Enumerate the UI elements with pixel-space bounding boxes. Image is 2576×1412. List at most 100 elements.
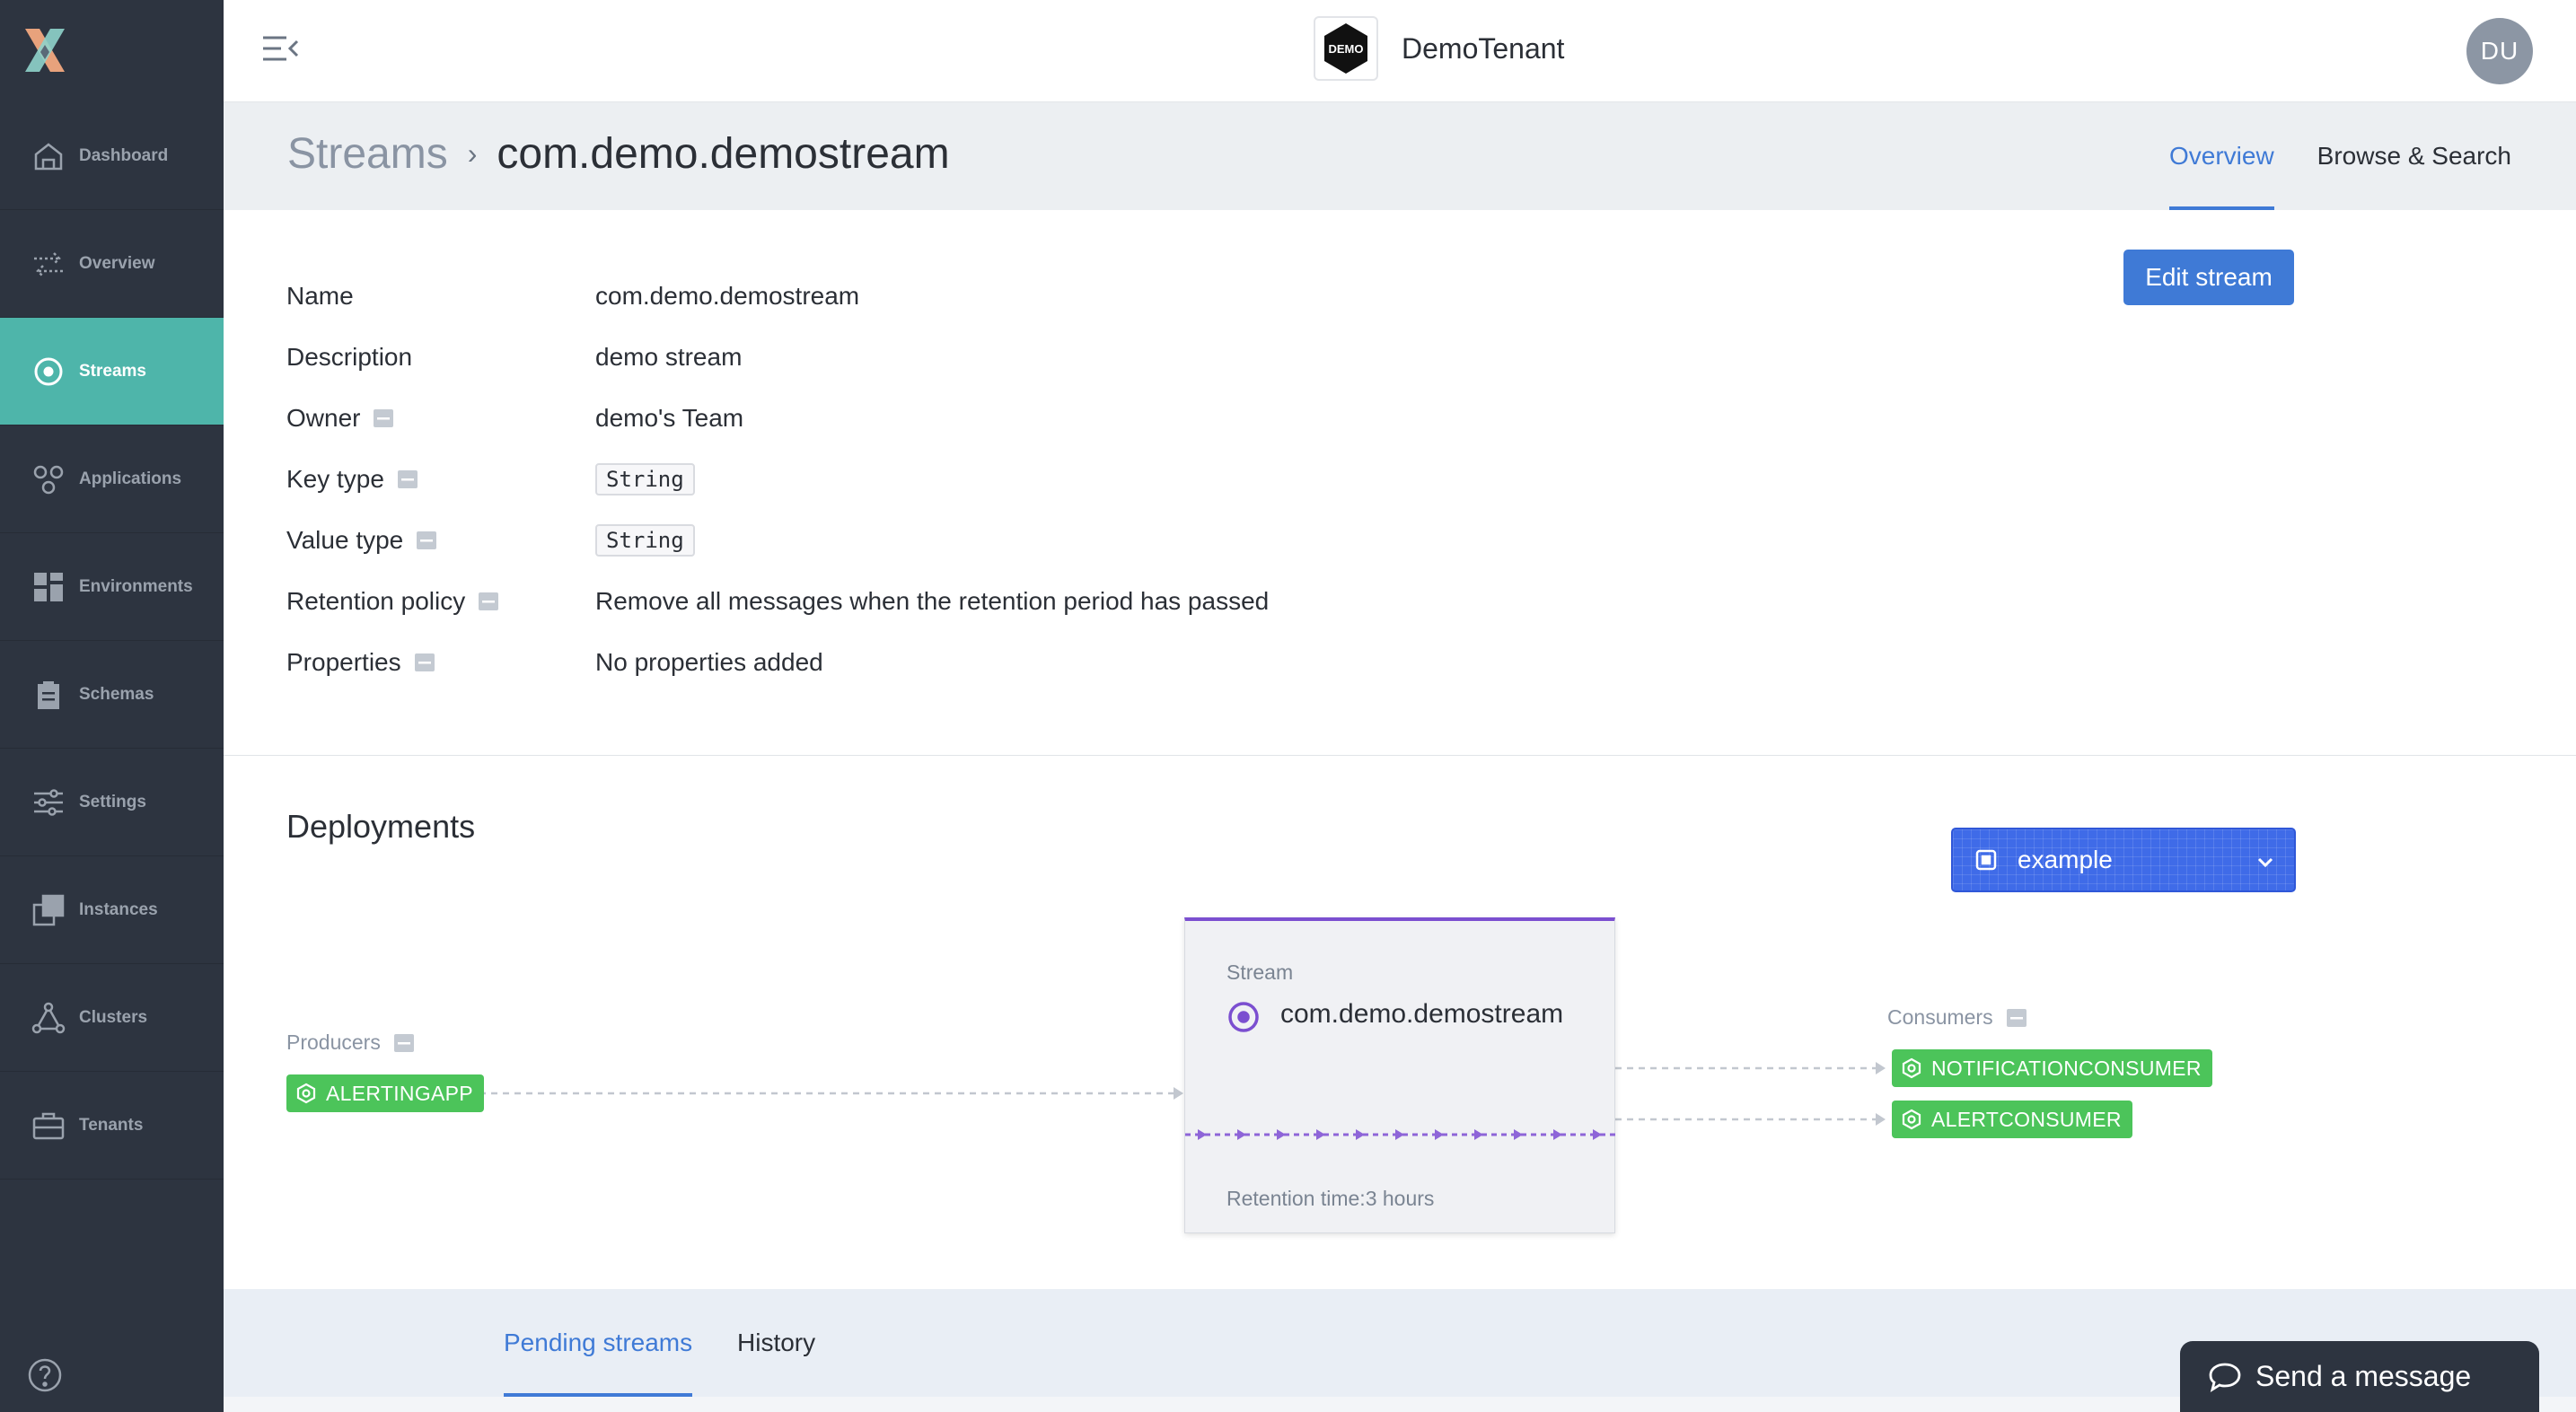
sidebar: Dashboard Overview Streams Applications … <box>0 0 224 1412</box>
page-header: Streams › com.demo.demostream Overview B… <box>224 102 2576 210</box>
stream-details: Edit stream Name com.demo.demostream Des… <box>224 210 2576 756</box>
detail-value-retention-policy: Remove all messages when the retention p… <box>595 587 1270 615</box>
edit-stream-button[interactable]: Edit stream <box>2123 250 2294 305</box>
info-icon[interactable] <box>2006 1007 2027 1029</box>
application-hex-icon <box>1902 1057 1921 1079</box>
page-title: com.demo.demostream <box>497 130 950 178</box>
tenant-name: DemoTenant <box>1402 31 1565 65</box>
detail-row-properties: Properties No properties added <box>286 645 823 680</box>
applications-icon <box>33 465 64 494</box>
detail-value-description: demo stream <box>595 343 743 371</box>
sidebar-item-applications[interactable]: Applications <box>0 425 224 533</box>
clipboard-icon <box>38 680 59 709</box>
detail-value-properties: No properties added <box>595 648 823 676</box>
breadcrumb: Streams › com.demo.demostream <box>287 129 950 179</box>
info-icon[interactable] <box>393 1032 415 1054</box>
top-header: DEMO DemoTenant DU <box>224 0 2576 102</box>
sidebar-item-overview[interactable]: Overview <box>0 210 224 318</box>
environment-select-value: example <box>2018 846 2113 873</box>
producer-app-name: ALERTINGAPP <box>326 1081 473 1105</box>
app-logo-icon[interactable] <box>20 25 70 75</box>
key-type-badge: String <box>595 463 695 496</box>
cluster-icon <box>31 1002 66 1033</box>
tab-history[interactable]: History <box>737 1289 815 1397</box>
detail-label: Name <box>286 282 354 310</box>
detail-label: Owner <box>286 404 361 432</box>
home-icon <box>34 142 63 170</box>
user-avatar[interactable]: DU <box>2466 18 2533 84</box>
sidebar-item-instances[interactable]: Instances <box>0 856 224 964</box>
consumer-app-badge[interactable]: NOTIFICATIONCONSUMER <box>1892 1049 2212 1087</box>
sidebar-item-clusters[interactable]: Clusters <box>0 964 224 1072</box>
sidebar-item-label: Clusters <box>79 1007 148 1027</box>
sidebar-item-label: Instances <box>79 899 158 919</box>
breadcrumb-streams-link[interactable]: Streams <box>287 129 448 179</box>
owner-team-link[interactable]: demo's Team <box>595 404 743 433</box>
detail-row-value-type: Value type String <box>286 522 695 558</box>
info-icon[interactable] <box>478 591 499 612</box>
info-icon[interactable] <box>414 652 435 673</box>
sidebar-item-label: Environments <box>79 576 193 596</box>
detail-row-name: Name com.demo.demostream <box>286 278 859 314</box>
value-type-badge: String <box>595 524 695 557</box>
sidebar-item-label: Tenants <box>79 1115 144 1135</box>
detail-label: Retention policy <box>286 587 466 615</box>
arrows-icon <box>34 251 63 277</box>
info-icon[interactable] <box>373 408 394 429</box>
help-icon[interactable] <box>27 1357 63 1393</box>
sidebar-item-label: Dashboard <box>79 145 169 165</box>
detail-label: Properties <box>286 648 401 676</box>
sidebar-item-settings[interactable]: Settings <box>0 749 224 856</box>
breadcrumb-chevron-icon: › <box>467 137 478 170</box>
send-message-button[interactable]: Send a message <box>2180 1341 2539 1412</box>
stream-icon <box>34 357 63 385</box>
tab-pending-streams[interactable]: Pending streams <box>504 1289 693 1397</box>
grid-icon <box>34 572 63 601</box>
consumer-app-name: NOTIFICATIONCONSUMER <box>1931 1056 2202 1080</box>
tab-browse-search[interactable]: Browse & Search <box>2317 102 2511 210</box>
sidebar-item-label: Streams <box>79 361 146 381</box>
deployments-title: Deployments <box>286 808 476 845</box>
info-icon[interactable] <box>397 469 418 490</box>
send-message-label: Send a message <box>2255 1360 2472 1392</box>
sidebar-item-streams[interactable]: Streams <box>0 318 224 425</box>
collapse-menu-icon[interactable] <box>261 32 299 65</box>
sidebar-item-schemas[interactable]: Schemas <box>0 641 224 749</box>
detail-row-retention-policy: Retention policy Remove all messages whe… <box>286 583 1269 619</box>
sidebar-item-dashboard[interactable]: Dashboard <box>0 102 224 210</box>
tab-overview[interactable]: Overview <box>2168 102 2274 210</box>
sidebar-item-tenants[interactable]: Tenants <box>0 1072 224 1180</box>
detail-row-key-type: Key type String <box>286 461 695 497</box>
producer-app-badge[interactable]: ALERTINGAPP <box>286 1074 484 1112</box>
stream-flow-arrows <box>1185 1129 1616 1140</box>
detail-row-owner: Owner demo's Team <box>286 400 743 436</box>
info-icon[interactable] <box>416 530 437 551</box>
stream-target-icon <box>1228 1002 1259 1032</box>
sidebar-item-label: Applications <box>79 469 182 488</box>
stream-card-name: com.demo.demostream <box>1280 999 1564 1029</box>
instances-icon <box>32 894 65 925</box>
detail-label: Description <box>286 343 413 371</box>
detail-row-description: Description demo stream <box>286 339 742 375</box>
tenant-switcher[interactable]: DEMO DemoTenant <box>1314 16 1564 81</box>
chat-bubble-icon <box>2209 1363 2241 1392</box>
sidebar-item-label: Schemas <box>79 684 154 704</box>
briefcase-icon <box>32 1112 65 1139</box>
detail-label: Value type <box>286 526 404 554</box>
sidebar-nav: Dashboard Overview Streams Applications … <box>0 102 224 1180</box>
sidebar-item-environments[interactable]: Environments <box>0 533 224 641</box>
consumer-app-name: ALERTCONSUMER <box>1931 1107 2122 1131</box>
consumers-label: Consumers <box>1887 1005 1993 1029</box>
environment-select[interactable]: example <box>1951 828 2296 892</box>
producers-label: Producers <box>286 1030 381 1054</box>
sidebar-item-label: Overview <box>79 253 155 273</box>
application-hex-icon <box>296 1083 316 1104</box>
detail-label: Key type <box>286 465 384 493</box>
chevron-down-icon <box>2257 857 2273 868</box>
stream-card[interactable]: Stream com.demo.demostream Retention tim… <box>1184 917 1616 1233</box>
stream-card-type: Stream <box>1226 960 1294 984</box>
deployments-section: Deployments example Producers ALERTINGAP… <box>224 756 2576 1289</box>
consumer-app-badge[interactable]: ALERTCONSUMER <box>1892 1101 2132 1138</box>
page-tabs: Overview Browse & Search <box>2126 102 2511 210</box>
environment-icon <box>1975 849 1997 871</box>
